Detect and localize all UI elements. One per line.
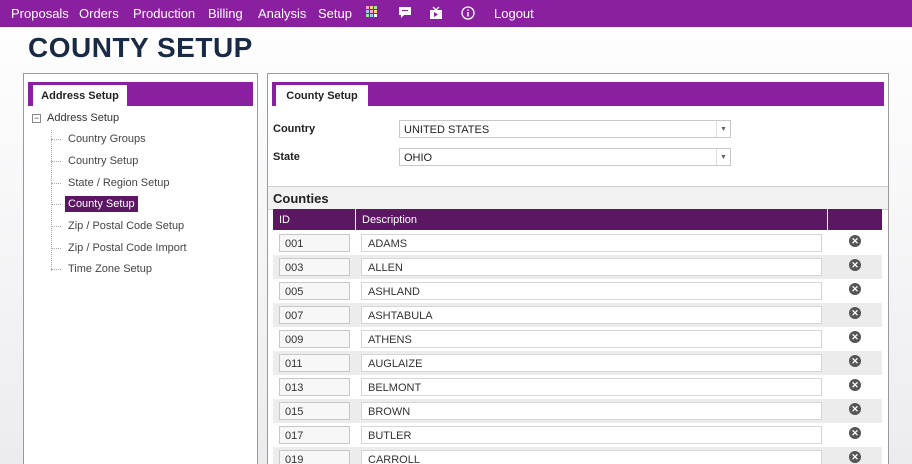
tree-item-zip-postal-import[interactable]: Zip / Postal Code Import xyxy=(51,239,190,257)
chevron-down-icon[interactable]: ▼ xyxy=(716,121,730,137)
delete-icon[interactable]: ✕ xyxy=(849,283,861,295)
column-actions xyxy=(828,209,882,230)
county-id-field[interactable]: 005 xyxy=(279,282,350,300)
right-tabbar: County Setup xyxy=(272,82,884,106)
logout-link[interactable]: Logout xyxy=(494,6,534,21)
tree-item-country-setup[interactable]: Country Setup xyxy=(51,152,141,170)
tree-root[interactable]: − Address Setup xyxy=(32,112,119,124)
state-select[interactable]: OHIO ▼ xyxy=(399,148,731,166)
address-setup-panel: Address Setup − Address Setup Country Gr… xyxy=(23,73,258,464)
state-label: State xyxy=(273,151,300,163)
county-description-field[interactable]: AUGLAIZE xyxy=(361,354,822,372)
county-id-field[interactable]: 013 xyxy=(279,378,350,396)
tree-item-label: Country Setup xyxy=(68,155,139,167)
country-label: Country xyxy=(273,123,316,135)
tree-item-county-setup[interactable]: County Setup xyxy=(51,195,138,213)
table-row: 001 ADAMS ✕ xyxy=(273,231,882,255)
chevron-down-icon[interactable]: ▼ xyxy=(716,149,730,165)
tree-item-label: State / Region Setup xyxy=(68,177,170,189)
delete-icon[interactable]: ✕ xyxy=(849,427,861,439)
page-title: COUNTY SETUP xyxy=(28,32,253,63)
tree-item-label: Country Groups xyxy=(68,133,146,145)
county-description-field[interactable]: ADAMS xyxy=(361,234,822,252)
column-description[interactable]: Description xyxy=(356,209,828,230)
tree-item-zip-postal-setup[interactable]: Zip / Postal Code Setup xyxy=(51,217,187,235)
collapse-icon[interactable]: − xyxy=(32,113,41,123)
table-row: 015 BROWN ✕ xyxy=(273,399,882,423)
county-id-field[interactable]: 009 xyxy=(279,330,350,348)
county-id-field[interactable]: 015 xyxy=(279,402,350,420)
info-icon[interactable] xyxy=(461,6,475,23)
tree-item-state-region-setup[interactable]: State / Region Setup xyxy=(51,174,173,192)
county-description-field[interactable]: ASHTABULA xyxy=(361,306,822,324)
left-tabbar: Address Setup xyxy=(28,82,253,106)
nav-orders[interactable]: Orders xyxy=(79,6,119,21)
country-value: UNITED STATES xyxy=(404,124,490,136)
tree-root-label: Address Setup xyxy=(47,112,120,124)
table-row: 003 ALLEN ✕ xyxy=(273,255,882,279)
nav-production[interactable]: Production xyxy=(133,6,195,21)
county-description-field[interactable]: ASHLAND xyxy=(361,282,822,300)
county-setup-panel: County Setup Country UNITED STATES ▼ Sta… xyxy=(267,73,889,464)
county-id-field[interactable]: 011 xyxy=(279,354,350,372)
county-description-field[interactable]: ATHENS xyxy=(361,330,822,348)
chat-icon[interactable] xyxy=(398,6,412,22)
county-description-field[interactable]: ALLEN xyxy=(361,258,822,276)
top-nav: Proposals Orders Production Billing Anal… xyxy=(0,0,912,27)
table-row: 019 CARROLL ✕ xyxy=(273,447,882,464)
delete-icon[interactable]: ✕ xyxy=(849,403,861,415)
nav-analysis[interactable]: Analysis xyxy=(258,6,306,21)
tree-item-label: Zip / Postal Code Import xyxy=(68,242,187,254)
column-id[interactable]: ID xyxy=(273,209,356,230)
county-id-field[interactable]: 019 xyxy=(279,450,350,464)
table-row: 009 ATHENS ✕ xyxy=(273,327,882,351)
county-id-field[interactable]: 003 xyxy=(279,258,350,276)
county-description-field[interactable]: BELMONT xyxy=(361,378,822,396)
tv-icon[interactable] xyxy=(429,6,443,23)
tree-item-country-groups[interactable]: Country Groups xyxy=(51,130,149,148)
nav-setup[interactable]: Setup xyxy=(318,6,352,21)
delete-icon[interactable]: ✕ xyxy=(849,235,861,247)
table-row: 017 BUTLER ✕ xyxy=(273,423,882,447)
tree-item-label: Time Zone Setup xyxy=(68,263,152,275)
tab-address-setup[interactable]: Address Setup xyxy=(33,85,127,106)
grid-icon[interactable] xyxy=(366,6,377,20)
county-id-field[interactable]: 001 xyxy=(279,234,350,252)
counties-grid-header: ID Description xyxy=(273,209,882,230)
delete-icon[interactable]: ✕ xyxy=(849,259,861,271)
table-row: 011 AUGLAIZE ✕ xyxy=(273,351,882,375)
county-id-field[interactable]: 017 xyxy=(279,426,350,444)
tree-item-label: County Setup xyxy=(65,196,138,212)
tab-county-setup[interactable]: County Setup xyxy=(276,85,368,106)
delete-icon[interactable]: ✕ xyxy=(849,355,861,367)
tree-item-time-zone-setup[interactable]: Time Zone Setup xyxy=(51,260,155,278)
county-description-field[interactable]: BUTLER xyxy=(361,426,822,444)
state-value: OHIO xyxy=(404,152,433,164)
table-row: 007 ASHTABULA ✕ xyxy=(273,303,882,327)
table-row: 013 BELMONT ✕ xyxy=(273,375,882,399)
nav-billing[interactable]: Billing xyxy=(208,6,243,21)
delete-icon[interactable]: ✕ xyxy=(849,331,861,343)
delete-icon[interactable]: ✕ xyxy=(849,307,861,319)
nav-proposals[interactable]: Proposals xyxy=(11,6,69,21)
delete-icon[interactable]: ✕ xyxy=(849,379,861,391)
country-select[interactable]: UNITED STATES ▼ xyxy=(399,120,731,138)
county-description-field[interactable]: CARROLL xyxy=(361,450,822,464)
delete-icon[interactable]: ✕ xyxy=(849,451,861,463)
table-row: 005 ASHLAND ✕ xyxy=(273,279,882,303)
counties-heading: Counties xyxy=(268,186,888,210)
county-description-field[interactable]: BROWN xyxy=(361,402,822,420)
tree-item-label: Zip / Postal Code Setup xyxy=(68,220,185,232)
county-id-field[interactable]: 007 xyxy=(279,306,350,324)
